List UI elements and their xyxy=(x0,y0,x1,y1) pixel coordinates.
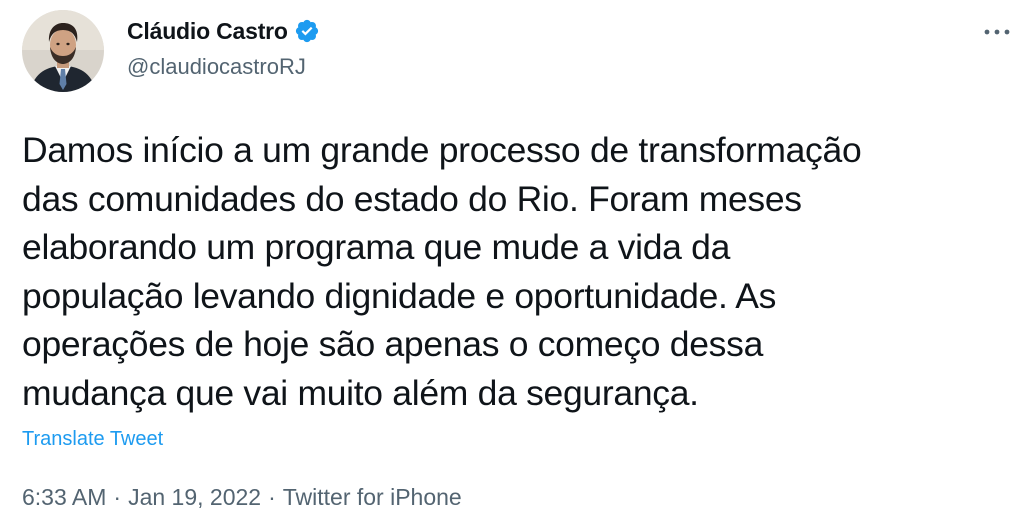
tweet-date[interactable]: Jan 19, 2022 xyxy=(128,484,261,511)
author-block: Cláudio Castro @claudiocastroRJ xyxy=(127,14,320,80)
tweet-metadata: 6:33 AM · Jan 19, 2022 · Twitter for iPh… xyxy=(22,484,462,511)
tweet-source[interactable]: Twitter for iPhone xyxy=(283,484,462,511)
verified-badge-icon xyxy=(294,18,320,44)
more-options-button[interactable] xyxy=(980,18,1014,46)
meta-separator: · xyxy=(113,484,122,510)
tweet-card: Cláudio Castro @claudiocastroRJ Damos in… xyxy=(0,0,1024,517)
author-display-name[interactable]: Cláudio Castro xyxy=(127,18,288,45)
translate-tweet-link[interactable]: Translate Tweet xyxy=(22,428,163,451)
tweet-time[interactable]: 6:33 AM xyxy=(22,484,106,511)
ellipsis-icon xyxy=(984,29,1010,35)
author-name-row: Cláudio Castro xyxy=(127,14,320,48)
avatar[interactable] xyxy=(22,10,104,92)
author-handle[interactable]: @claudiocastroRJ xyxy=(127,54,320,80)
avatar-image xyxy=(22,10,104,92)
tweet-text: Damos início a um grande processo de tra… xyxy=(22,130,862,413)
meta-separator: · xyxy=(268,484,276,510)
